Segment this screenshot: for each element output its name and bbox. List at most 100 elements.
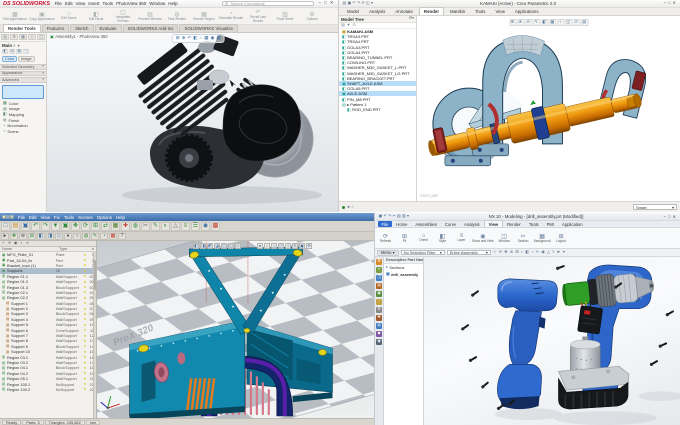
shaded-icon[interactable]: ◧	[541, 19, 548, 26]
cut-icon[interactable]: ✂	[141, 221, 150, 231]
undo-icon[interactable]: ↶	[31, 221, 40, 231]
view-iso-icon[interactable]: ◇	[235, 243, 241, 249]
history-icon[interactable]: ◔	[376, 299, 382, 305]
menu-item[interactable]: PhotoView 360	[115, 1, 148, 6]
final-render-button[interactable]: ◍ Final Render	[164, 9, 190, 23]
tree-collapse-icon[interactable]: ▾	[412, 16, 414, 21]
tree-row[interactable]: ▥ Region 04.1 BlockSupport ● 18	[0, 365, 96, 370]
scope-filter-dropdown[interactable]: Entire Assembly ▾	[446, 249, 491, 256]
zoom-fit-icon[interactable]: ⊞	[176, 35, 180, 41]
layer-icon[interactable]: ≡	[552, 250, 555, 254]
tree-row[interactable]: ▨ Support 5 WallSupport ● 10	[0, 322, 96, 327]
menu-dropdown[interactable]: Menu ▾	[377, 249, 399, 256]
iso-view-icon[interactable]: ◇	[55, 232, 63, 240]
mirror-icon[interactable]: ⇄	[101, 221, 110, 231]
menu-item[interactable]: Tools	[62, 215, 76, 220]
selection-filter-dropdown[interactable]: Smart ▾	[633, 204, 677, 210]
office-icon[interactable]: ◫	[37, 34, 45, 40]
tree-row[interactable]: ▨ Support 7 WallSupport ● 12	[0, 333, 96, 338]
spin-center-icon[interactable]: ⊙	[573, 19, 580, 26]
qat-dropdown-icon[interactable]: ▾	[406, 214, 409, 218]
tree-row[interactable]: ▤ Supports 28 ●	[0, 268, 96, 274]
section-view-icon[interactable]: ◧	[193, 35, 197, 41]
v-twin-engine-model[interactable]	[128, 34, 314, 190]
ribbon-tab[interactable]: PMI	[543, 221, 557, 227]
close-icon[interactable]: ✕	[328, 1, 335, 6]
document-tab[interactable]: ▣ Assembly1 - PhotoView 360	[50, 34, 108, 39]
close-icon[interactable]: ✕	[671, 1, 677, 5]
zoom-area-icon[interactable]: ⊕	[182, 35, 186, 41]
feature-tree-icon[interactable]: ▤	[1, 34, 9, 40]
measure-icon[interactable]: △	[547, 250, 551, 254]
recall-render-button[interactable]: ↶ Recall Last Render	[245, 9, 271, 23]
ribbon-tab[interactable]: Annotate	[391, 8, 417, 15]
materials-icon[interactable]: ◆	[376, 331, 382, 337]
menu-item[interactable]: File	[16, 215, 27, 220]
appearance-color-swatch[interactable]	[2, 84, 44, 99]
ribbon-tab[interactable]: Curve	[441, 221, 459, 227]
creo-viewport[interactable]: ⊞ ⊕ ⊖ ✎ ◧ ▦ ⊹ ◫ ⊙ ▤ CSYS_DEF	[417, 16, 680, 201]
edit-appearance-button[interactable]: ▩ Edit Appearance	[2, 9, 28, 23]
new-icon[interactable]: □	[1, 221, 10, 231]
window-button[interactable]: ◫ Window	[496, 229, 513, 247]
view-top-icon[interactable]: ◰	[221, 243, 227, 249]
roles-icon[interactable]: ◉	[376, 339, 382, 345]
preview-icon[interactable]: ◫	[23, 49, 29, 54]
tree-row[interactable]: ▨ Support 4 WallSupport ● 09	[0, 317, 96, 322]
previous-view-icon[interactable]: ↶	[187, 35, 191, 41]
slice-icon[interactable]: ☰	[191, 221, 200, 231]
select-icon[interactable]: ►	[1, 232, 9, 240]
edit-section-icon[interactable]: ✂	[535, 250, 540, 254]
texture-icon[interactable]: ▤	[9, 49, 15, 54]
tree-row[interactable]: ▨ Support 2 WallSupport ● 07	[0, 306, 96, 311]
fit-icon[interactable]: ⊞	[515, 250, 520, 254]
duplicate-icon[interactable]: ▣	[61, 221, 70, 231]
view-icon[interactable]: ◉	[201, 221, 210, 231]
ribbon-tab[interactable]: File	[378, 221, 392, 227]
hollow-icon[interactable]: ◍	[131, 221, 140, 231]
marking-icon[interactable]: ✎	[91, 232, 99, 240]
ribbon-tab[interactable]: Application	[559, 221, 587, 227]
view-right-icon[interactable]: ◪	[214, 243, 220, 249]
tree-scrollbar[interactable]	[93, 252, 96, 418]
reuse-library-icon[interactable]: ▤	[376, 283, 382, 289]
background-button[interactable]: ▦ Background	[534, 229, 551, 247]
hide-show-icon[interactable]: ◉	[211, 35, 215, 41]
search-input[interactable]: ⊙ Search Commands	[221, 0, 314, 7]
measure-icon[interactable]: △	[171, 221, 180, 231]
ribbon-tab[interactable]: Applications	[511, 8, 543, 15]
ribbon-tab[interactable]: Home	[393, 221, 411, 227]
annotate-icon[interactable]: ✎	[292, 243, 298, 249]
translate-icon[interactable]: ✥	[71, 221, 80, 231]
tree-row[interactable]: ▣ Part_16-04_fix Part ● 2	[0, 257, 96, 263]
menu-item[interactable]: Help	[114, 215, 127, 220]
render-options-button[interactable]: ⚙ Options	[299, 9, 325, 23]
wireframe-icon[interactable]: ○	[73, 232, 81, 240]
drill-exploded-canvas[interactable]	[424, 257, 680, 425]
mesh-icon[interactable]: ▦	[111, 221, 120, 231]
view-back-icon[interactable]: ◨	[200, 243, 206, 249]
visibility-icon[interactable]: ◉	[13, 241, 18, 246]
column-name[interactable]: Name	[2, 247, 59, 251]
model-tree-item[interactable]: ◧ ROD_END.PRT	[339, 107, 416, 112]
options-dropdown-icon[interactable]: ▾	[370, 1, 373, 5]
snapshot-icon[interactable]: ▣	[299, 243, 305, 249]
show-hide-button[interactable]: ◉ Show and Hide	[472, 229, 494, 247]
ribbon-tab[interactable]: Assemblies	[412, 221, 440, 227]
nx-viewport[interactable]	[424, 257, 680, 425]
refresh-button[interactable]: ⟳ Refresh	[377, 229, 394, 247]
solidworks-viewport[interactable]: ▣ Assembly1 - PhotoView 360 ⊞ ⊕ ↶ ◧ ⌂ ▦ ◉ ▩	[47, 33, 338, 212]
list-icon[interactable]: ≡	[25, 241, 30, 246]
info-icon[interactable]: ◔	[100, 232, 108, 240]
tree-row[interactable]: ▨ Support 1 WallSupport ● 06	[0, 301, 96, 306]
tree-row[interactable]: ▨ Support 8 WallSupport ● 13	[0, 338, 96, 343]
tree-row[interactable]: ▥ Region 04.2 WallSupport ● 19	[0, 371, 96, 376]
ribbon-tab[interactable]: Tools	[471, 8, 489, 15]
pan-icon[interactable]: ✥	[504, 250, 509, 254]
menu-item[interactable]: Options	[95, 215, 114, 220]
redo-icon[interactable]: ↷	[41, 221, 50, 231]
wireframe-icon[interactable]: ○	[531, 250, 535, 254]
magics-viewport[interactable]: ◧ ◨ ◩ ◪ ◰ ◱ ◇ ● ○ △ ◫ ⊹ ✎ ▣ ⚙ ProX 320	[97, 241, 374, 418]
filter-icon[interactable]: ▼	[347, 23, 351, 28]
column-type[interactable]: Type	[59, 247, 86, 251]
